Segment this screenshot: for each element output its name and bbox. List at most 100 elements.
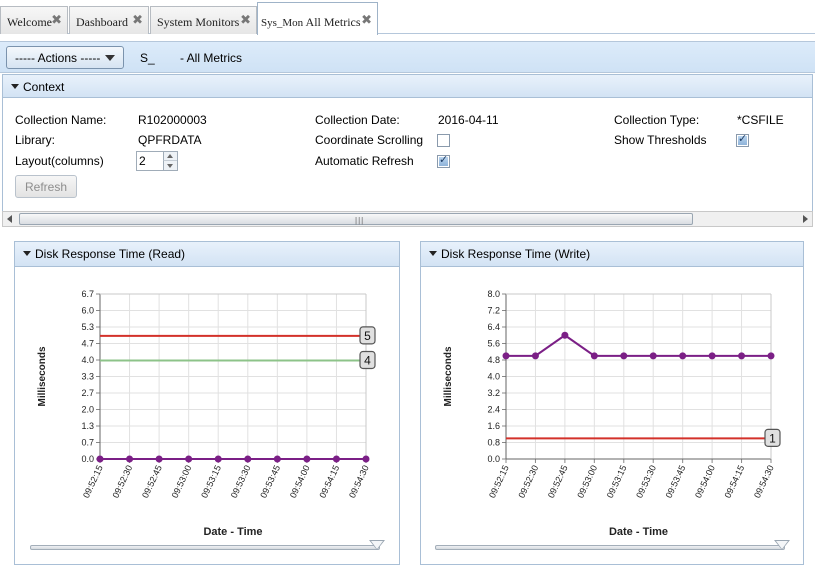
data-point: [332, 455, 340, 463]
x-tick-label: 09:52:30: [110, 464, 134, 500]
coordinate-scrolling-label: Coordinate Scrolling: [315, 133, 424, 147]
actions-bar: ----- Actions ----- S_ - All Metrics: [0, 41, 815, 73]
y-tick-label: 7.2: [487, 306, 500, 316]
x-tick-label: 09:53:45: [258, 464, 282, 500]
scroll-right-icon[interactable]: [803, 215, 808, 223]
layout-columns-stepper[interactable]: [136, 151, 178, 171]
y-tick-label: 1.3: [81, 421, 94, 431]
chart-title: Disk Response Time (Read): [35, 247, 186, 261]
data-point: [502, 352, 510, 360]
tab-label-prefix: Sys_Mon: [261, 17, 304, 29]
actions-label: ----- Actions -----: [15, 51, 101, 65]
x-axis-title: Date - Time: [609, 526, 668, 538]
chart-header-write[interactable]: Disk Response Time (Write): [420, 241, 804, 267]
y-tick-label: 5.3: [81, 322, 94, 332]
collapse-triangle-icon: [429, 251, 437, 256]
x-tick-label: 09:54:30: [347, 464, 371, 500]
library-label: Library:: [15, 133, 56, 147]
tab-welcome[interactable]: Welcome ✖: [0, 6, 68, 34]
threshold-label: 4: [364, 353, 371, 367]
data-point: [531, 352, 539, 360]
show-thresholds-checkbox[interactable]: [736, 132, 749, 147]
close-icon[interactable]: ✖: [132, 13, 143, 28]
x-tick-label: 09:54:00: [288, 464, 312, 500]
data-point: [362, 455, 370, 463]
threshold-label: 1: [769, 431, 776, 445]
close-icon[interactable]: ✖: [51, 13, 62, 28]
chart-title: Disk Response Time (Write): [441, 247, 591, 261]
x-tick-label: 09:52:45: [140, 464, 164, 500]
collection-type-value: *CSFILE: [737, 113, 784, 127]
close-icon[interactable]: ✖: [361, 13, 372, 28]
x-tick-label: 09:53:00: [575, 464, 599, 500]
y-tick-label: 2.7: [81, 388, 94, 398]
y-tick-label: 4.7: [81, 339, 94, 349]
slider-handle[interactable]: [774, 540, 790, 550]
y-tick-label: 0.0: [81, 454, 94, 464]
data-point: [273, 455, 281, 463]
y-tick-label: 5.6: [487, 339, 500, 349]
context-header[interactable]: Context: [2, 74, 813, 98]
x-tick-label: 09:53:45: [664, 464, 688, 500]
chevron-down-icon: [105, 55, 115, 61]
x-tick-label: 09:52:15: [81, 464, 105, 500]
stepper-down-icon[interactable]: [163, 161, 177, 170]
close-icon[interactable]: ✖: [240, 13, 251, 28]
layout-columns-input[interactable]: [139, 153, 163, 169]
data-point: [561, 331, 569, 339]
automatic-refresh-checkbox[interactable]: [437, 153, 450, 168]
y-tick-label: 3.2: [487, 388, 500, 398]
coordinate-scrolling-checkbox[interactable]: [437, 134, 450, 147]
x-tick-label: 09:53:30: [229, 464, 253, 500]
x-tick-label: 09:54:15: [317, 464, 341, 500]
y-axis-title: Milliseconds: [443, 346, 454, 406]
y-tick-label: 4.0: [81, 355, 94, 365]
y-tick-label: 2.4: [487, 405, 500, 415]
x-tick-label: 09:52:15: [487, 464, 511, 500]
collection-date-label: Collection Date:: [315, 113, 400, 127]
collection-name-value: R102000003: [138, 113, 207, 127]
y-tick-label: 0.0: [487, 454, 500, 464]
collapse-triangle-icon: [23, 251, 31, 256]
data-point: [303, 455, 311, 463]
slider-handle[interactable]: [369, 540, 385, 550]
x-tick-label: 09:53:15: [199, 464, 223, 500]
chart-read: 0.0 0.7 1.3 2.0 2.7 3.3 4.0 4.7 5.3 6.0 6.7 09:52:1…: [37, 289, 376, 538]
horizontal-scrollbar[interactable]: |||: [2, 211, 813, 227]
x-tick-label: 09:53:15: [605, 464, 629, 500]
x-tick-label: 09:54:00: [693, 464, 717, 500]
chart-header-read[interactable]: Disk Response Time (Read): [14, 241, 400, 267]
y-tick-label: 0.7: [81, 438, 94, 448]
range-slider-write[interactable]: [435, 540, 790, 550]
tab-system-monitors[interactable]: System Monitors ✖: [150, 6, 257, 34]
scroll-left-icon[interactable]: [7, 215, 12, 223]
scrollbar-thumb[interactable]: |||: [19, 213, 693, 225]
data-point: [679, 352, 687, 360]
context-title: Context: [23, 80, 65, 94]
tab-label: All Metrics: [305, 15, 361, 29]
y-tick-label: 8.0: [487, 289, 500, 299]
data-point: [155, 455, 163, 463]
data-point: [96, 455, 104, 463]
tab-dashboard[interactable]: Dashboard ✖: [69, 6, 149, 34]
tab-label: Welcome: [7, 15, 53, 29]
library-value: QPFRDATA: [138, 133, 202, 147]
chart-write: 0.0 0.8 1.6 2.4 3.2 4.0 4.8 5.6 6.4 7.2 8.0 09:52:1…: [443, 289, 781, 538]
x-tick-label: 09:52:30: [516, 464, 540, 500]
layout-columns-label: Layout(columns): [15, 154, 104, 168]
range-slider-read[interactable]: [30, 540, 385, 550]
stepper-up-icon[interactable]: [163, 152, 177, 161]
y-tick-label: 4.0: [487, 372, 500, 382]
actions-dropdown[interactable]: ----- Actions -----: [6, 46, 124, 69]
refresh-button[interactable]: Refresh: [15, 175, 77, 198]
y-tick-label: 4.8: [487, 355, 500, 365]
y-axis-title: Milliseconds: [37, 346, 48, 406]
x-tick-label: 09:53:30: [634, 464, 658, 500]
data-point: [620, 352, 628, 360]
data-point: [185, 455, 193, 463]
data-point: [708, 352, 716, 360]
data-point: [214, 455, 222, 463]
data-point: [590, 352, 598, 360]
tab-all-metrics[interactable]: Sys_Mon All Metrics ✖: [257, 2, 378, 35]
x-tick-label: 09:52:45: [546, 464, 570, 500]
